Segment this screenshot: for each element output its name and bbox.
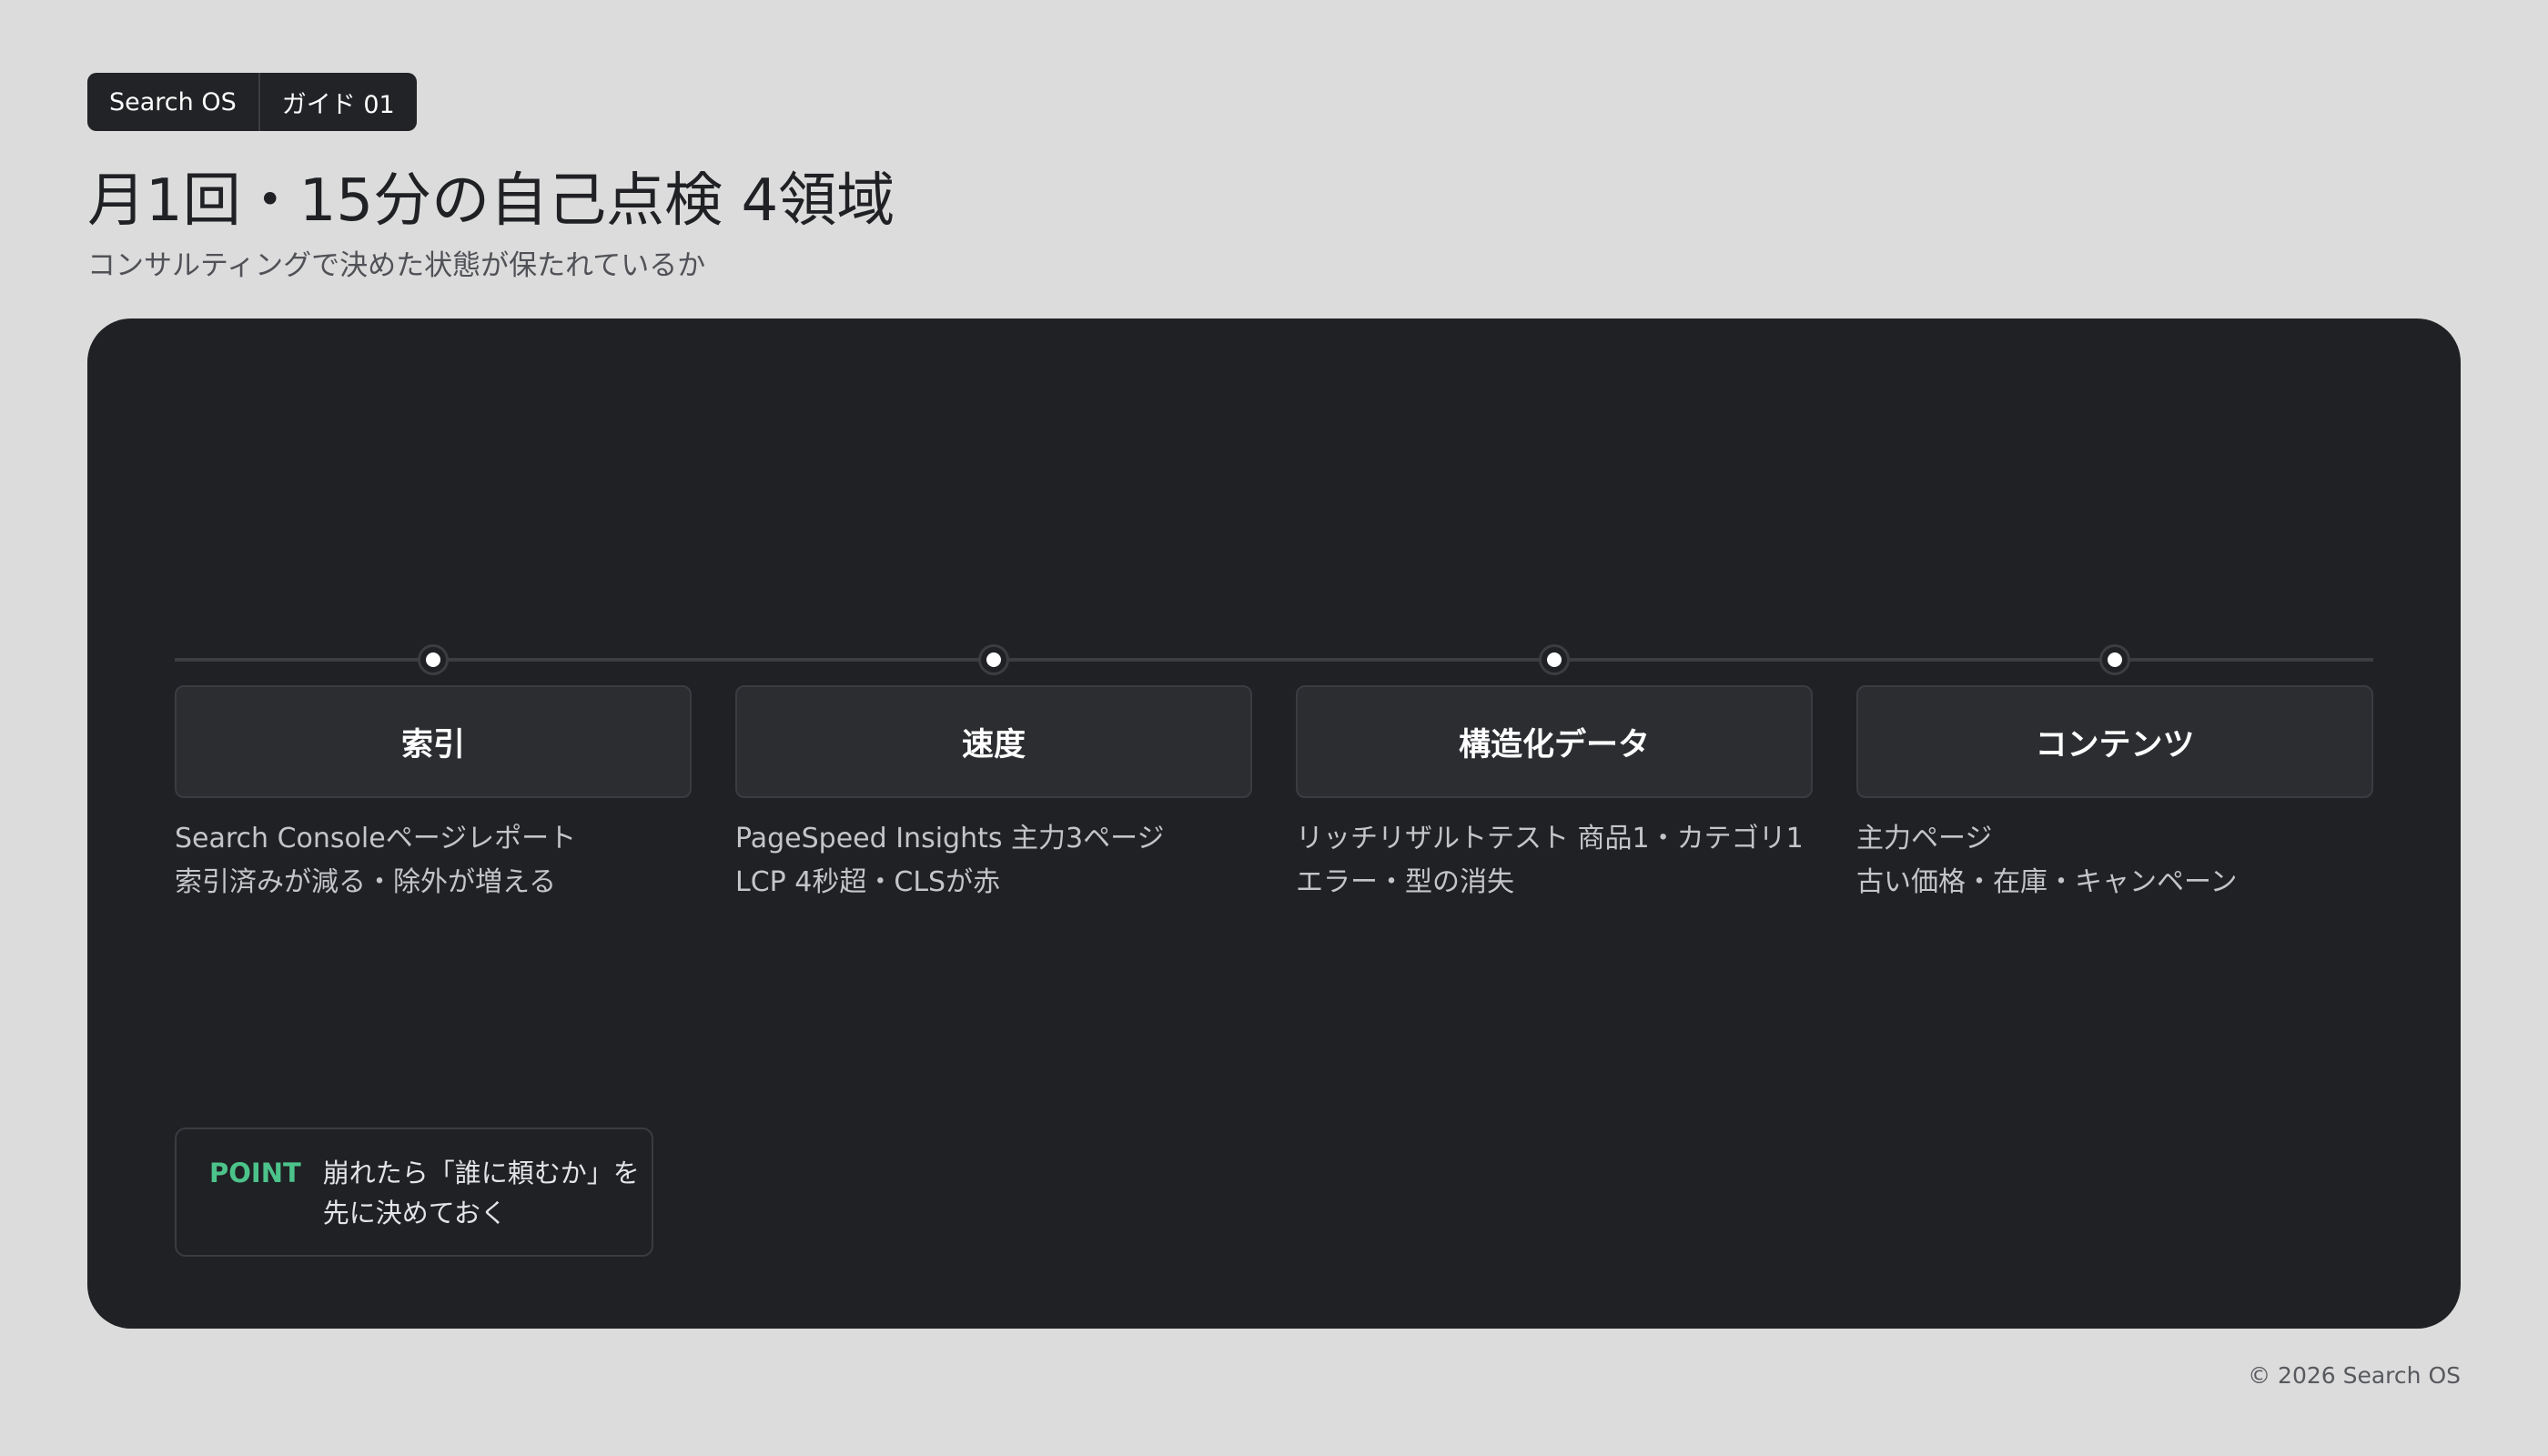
step-card-structured-data: 構造化データ xyxy=(1296,685,1813,798)
timeline-node-content xyxy=(2102,647,2128,672)
step-description-line: 索引済みが減る・除外が増える xyxy=(175,866,557,898)
step-description-speed: PageSpeed Insights 主力3ページ LCP 4秒超・CLSが赤 xyxy=(735,817,1278,905)
point-text-line: 崩れたら「誰に頼むか」を xyxy=(322,1158,640,1188)
point-text: 崩れたら「誰に頼むか」を 先に決めておく xyxy=(323,1153,640,1233)
step-card-speed: 速度 xyxy=(735,685,1252,798)
timeline-line xyxy=(175,658,2373,662)
timeline-node-indexing xyxy=(420,647,446,672)
step-description-structured-data: リッチリザルトテスト 商品1・カテゴリ1 エラー・型の消失 xyxy=(1296,817,1838,905)
step-description-line: 古い価格・在庫・キャンペーン xyxy=(1856,866,2238,898)
step-card-indexing: 索引 xyxy=(175,685,692,798)
guide-number-label: ガイド 01 xyxy=(258,73,417,131)
page-title: 月1回・15分の自己点検 4領域 xyxy=(87,167,895,235)
step-description-line: 主力ページ xyxy=(1856,823,1993,854)
diagram-panel: 索引 速度 構造化データ コンテンツ Search Consoleページレポート… xyxy=(87,318,2461,1329)
step-description-line: エラー・型の消失 xyxy=(1296,866,1514,898)
step-description-line: PageSpeed Insights 主力3ページ xyxy=(735,823,1165,854)
timeline-node-structured-data xyxy=(1542,647,1567,672)
step-description-line: リッチリザルトテスト 商品1・カテゴリ1 xyxy=(1296,823,1804,854)
page-subtitle: コンサルティングで決めた状態が保たれているか xyxy=(87,249,706,282)
step-description-line: LCP 4秒超・CLSが赤 xyxy=(735,866,1001,898)
step-card-content: コンテンツ xyxy=(1856,685,2373,798)
step-description-line: Search Consoleページレポート xyxy=(175,823,577,854)
brand-label: Search OS xyxy=(109,87,237,116)
step-description-content: 主力ページ 古い価格・在庫・キャンペーン xyxy=(1856,817,2399,905)
point-label: POINT xyxy=(209,1158,301,1188)
guide-badge: Search OS ガイド 01 xyxy=(87,73,417,131)
point-text-line: 先に決めておく xyxy=(322,1198,507,1228)
timeline-node-speed xyxy=(981,647,1006,672)
point-callout: POINT 崩れたら「誰に頼むか」を 先に決めておく xyxy=(175,1127,653,1257)
step-description-indexing: Search Consoleページレポート 索引済みが減る・除外が増える xyxy=(175,817,717,905)
copyright-footer: © 2026 Search OS xyxy=(2248,1362,2461,1389)
